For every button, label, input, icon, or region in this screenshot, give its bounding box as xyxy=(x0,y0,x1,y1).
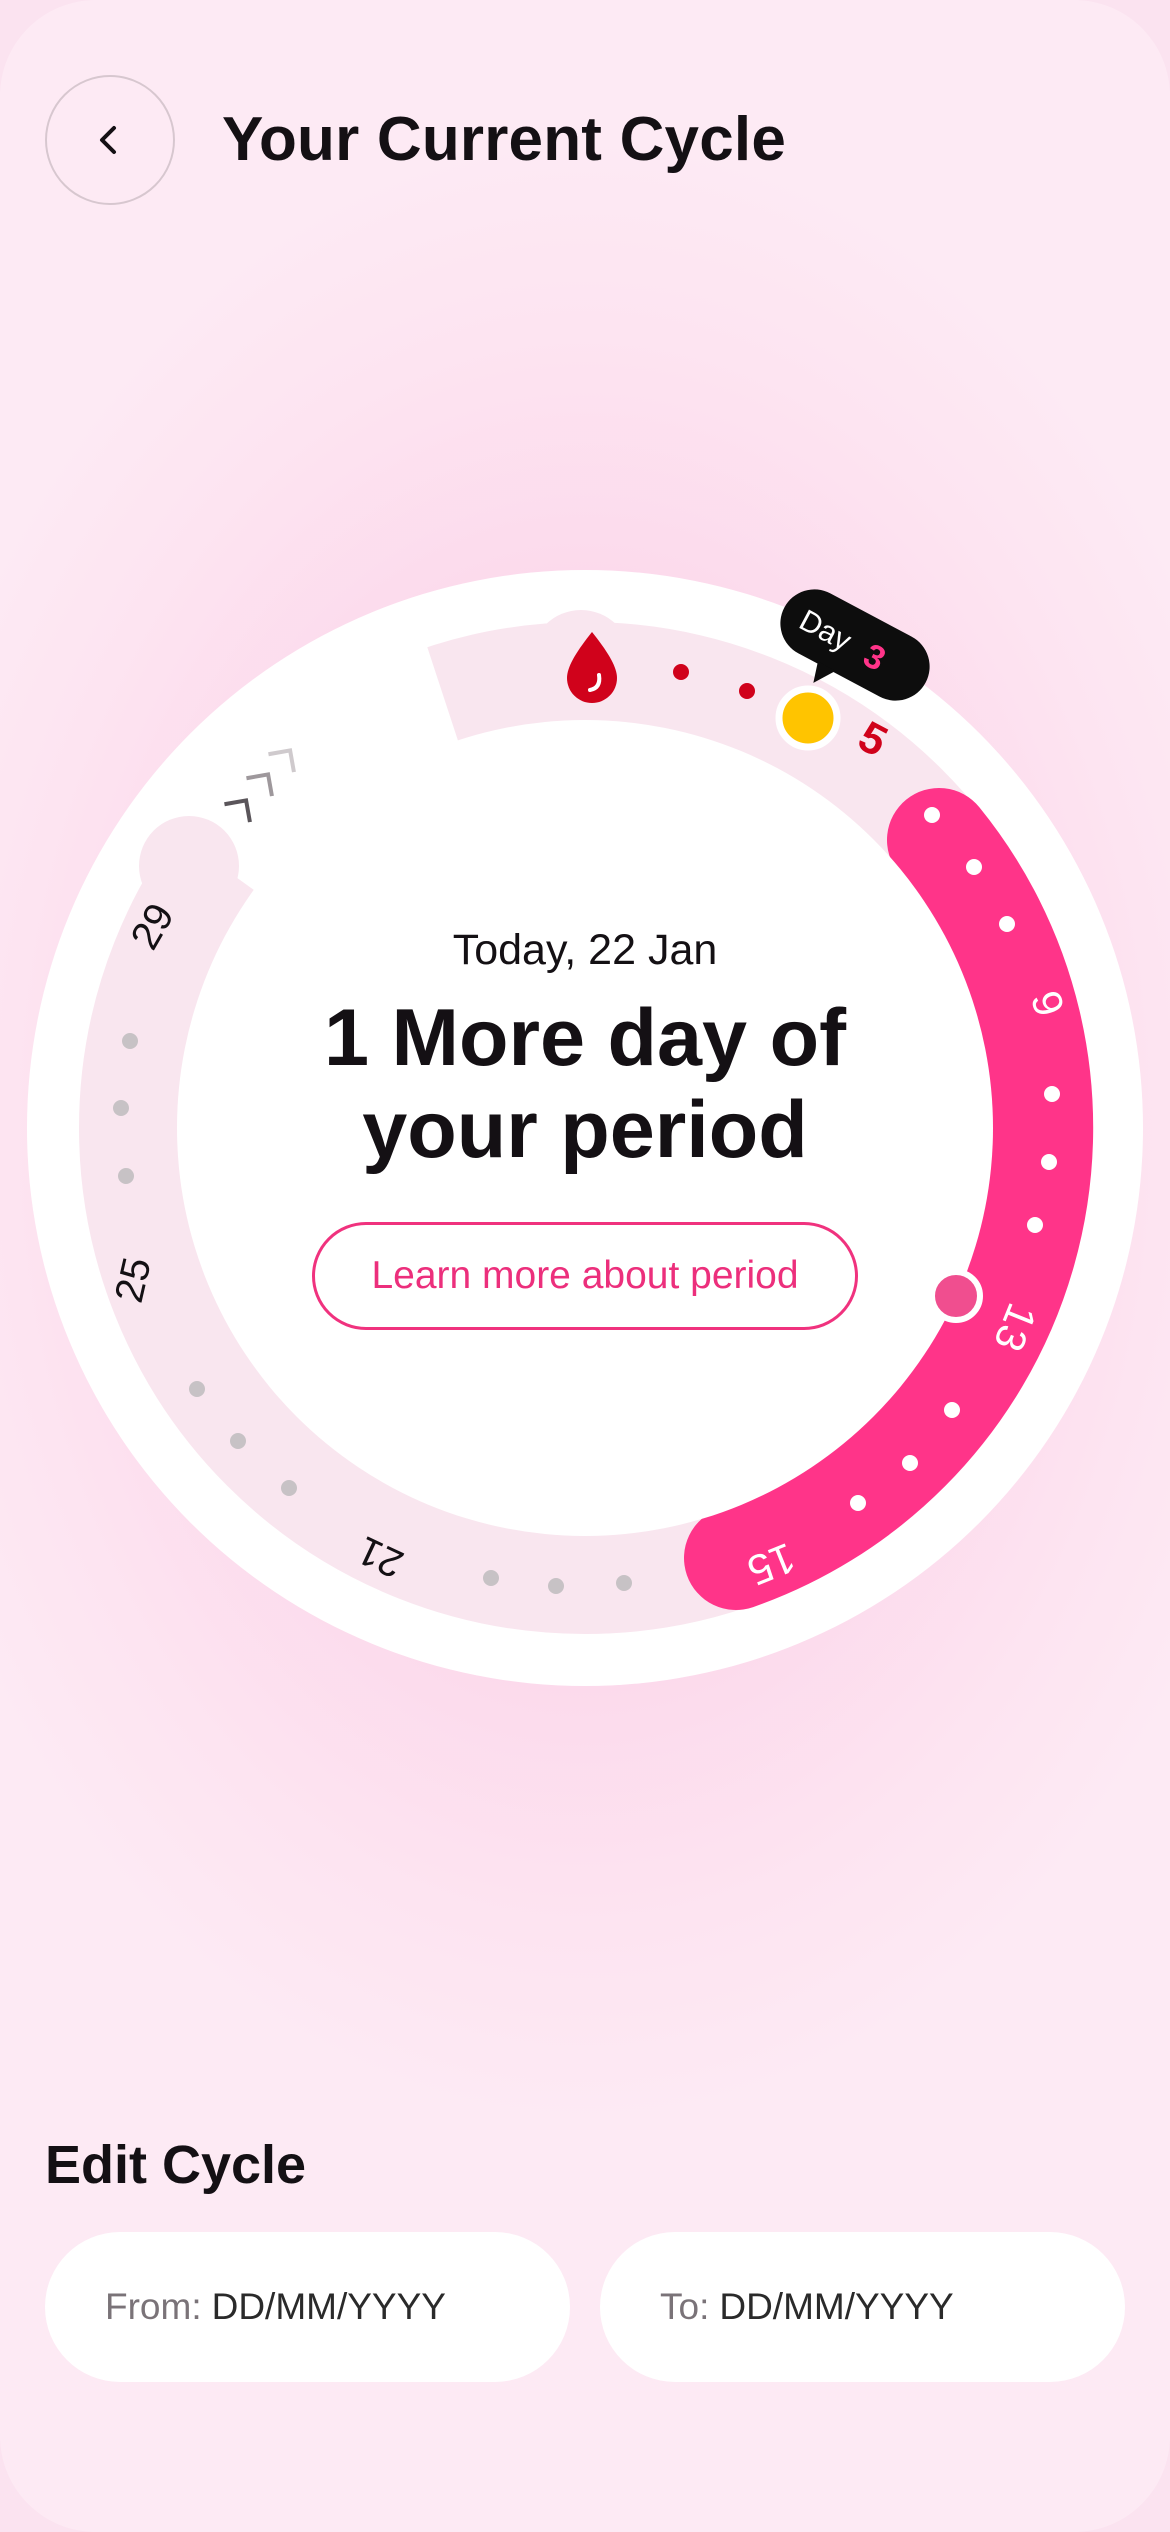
cycle-marker[interactable] xyxy=(929,1269,983,1323)
headline-line-1: 1 More day of xyxy=(323,993,847,1083)
fertile-dot xyxy=(1044,1086,1060,1102)
cycle-segment-end xyxy=(139,816,239,916)
fertile-dot xyxy=(944,1402,960,1418)
cycle-dot xyxy=(122,1033,138,1049)
fertile-dot xyxy=(1041,1154,1057,1170)
edit-cycle-title: Edit Cycle xyxy=(45,2135,307,2195)
from-date-placeholder: DD/MM/YYYY xyxy=(211,2286,446,2327)
period-dot xyxy=(739,683,755,699)
cycle-headline: 1 More day of your period xyxy=(235,992,935,1176)
to-label: To: xyxy=(660,2286,710,2327)
cycle-dot xyxy=(118,1168,134,1184)
cycle-dot xyxy=(281,1480,297,1496)
cycle-screen: Your Current Cycle 5 9 13 15 21 25 29 Da… xyxy=(0,0,1170,2532)
cycle-dot xyxy=(230,1433,246,1449)
from-label: From: xyxy=(105,2286,202,2327)
cycle-dot xyxy=(113,1100,129,1116)
fertile-dot xyxy=(966,859,982,875)
cycle-dot xyxy=(616,1575,632,1591)
cycle-dot xyxy=(548,1578,564,1594)
current-day-marker[interactable] xyxy=(775,685,841,751)
period-dot xyxy=(673,664,689,680)
fertile-dot xyxy=(850,1495,866,1511)
cycle-dot xyxy=(483,1570,499,1586)
fertile-dot xyxy=(902,1455,918,1471)
fertile-dot xyxy=(1027,1217,1043,1233)
to-date-placeholder: DD/MM/YYYY xyxy=(719,2286,954,2327)
fertile-dot xyxy=(999,916,1015,932)
to-date-field[interactable]: To: DD/MM/YYYY xyxy=(600,2232,1125,2382)
learn-more-button[interactable]: Learn more about period xyxy=(312,1222,858,1330)
headline-line-2: your period xyxy=(362,1085,808,1175)
from-date-field[interactable]: From: DD/MM/YYYY xyxy=(45,2232,570,2382)
today-label: Today, 22 Jan xyxy=(452,926,718,974)
fertile-dot xyxy=(924,807,940,823)
cycle-dot xyxy=(189,1381,205,1397)
